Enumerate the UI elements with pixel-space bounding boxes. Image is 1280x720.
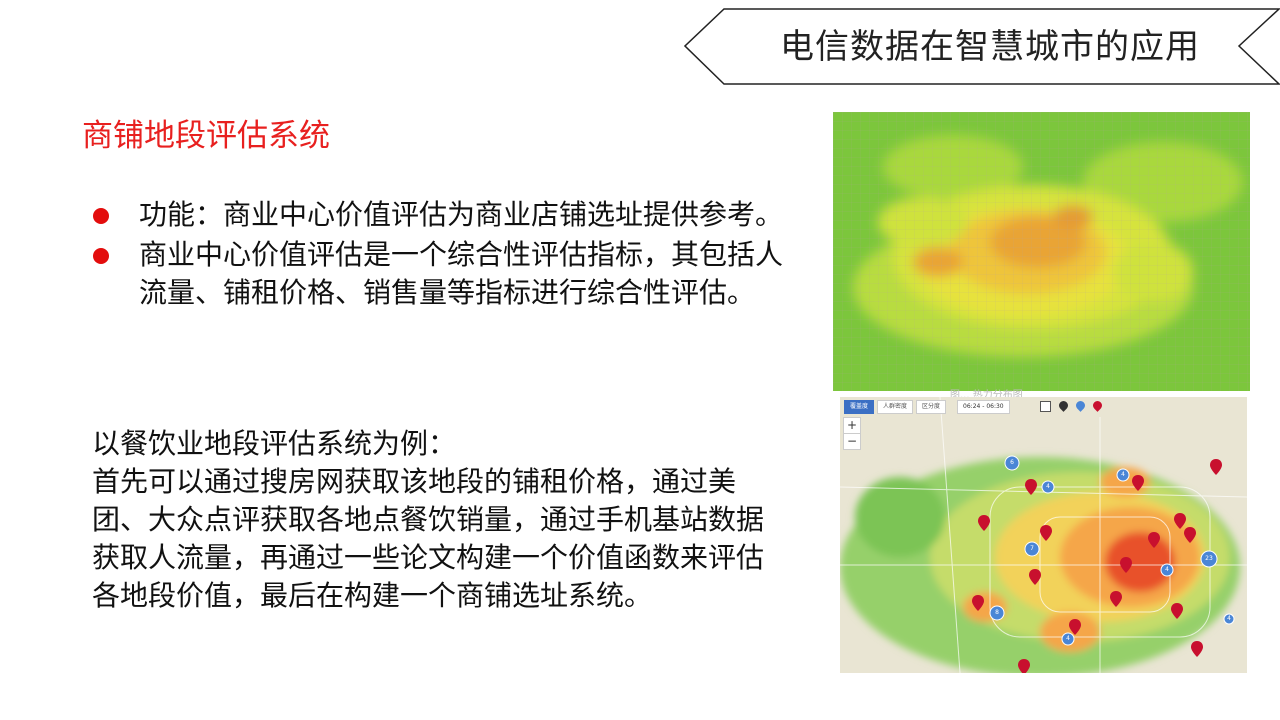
map-tool-icons	[1040, 399, 1104, 412]
tab-coverage[interactable]: 覆盖度	[844, 400, 875, 414]
bullet-item: 功能：商业中心价值评估为商业店铺选址提供参考。	[92, 196, 792, 234]
bullet-dot-icon	[93, 248, 109, 264]
heatmap-graphic	[833, 112, 1250, 391]
map-graphic	[840, 397, 1247, 673]
bullet-list: 功能：商业中心价值评估为商业店铺选址提供参考。 商业中心价值评估是一个综合性评估…	[92, 196, 792, 314]
bullet-dot-icon	[93, 208, 109, 224]
example-paragraph: 以餐饮业地段评估系统为例： 首先可以通过搜房网获取该地段的铺租价格，通过美团、大…	[92, 425, 772, 615]
blue-pin-icon[interactable]	[1074, 399, 1087, 412]
time-range-select[interactable]: 06:24 - 06:30	[957, 400, 1010, 414]
red-pin-icon[interactable]	[1091, 399, 1104, 412]
black-pin-icon[interactable]	[1057, 399, 1070, 412]
example-heading: 以餐饮业地段评估系统为例：	[92, 427, 457, 460]
bullet-text: 商业中心价值评估是一个综合性评估指标，其包括人流量、铺租价格、销售量等指标进行综…	[139, 238, 784, 309]
title-banner: 电信数据在智慧城市的应用	[684, 8, 1280, 86]
tab-crowd-density[interactable]: 人群密度	[877, 400, 914, 414]
tab-distinction[interactable]: 区分度	[916, 400, 947, 414]
zoom-in-button[interactable]: +	[844, 418, 860, 433]
page-title: 电信数据在智慧城市的应用	[780, 27, 1200, 67]
section-title: 商铺地段评估系统	[82, 118, 330, 154]
bullet-text: 功能：商业中心价值评估为商业店铺选址提供参考。	[139, 198, 784, 231]
square-select-icon[interactable]	[1040, 401, 1051, 412]
map-toolbar: 覆盖度 人群密度 区分度 06:24 - 06:30	[844, 400, 1010, 414]
zoom-control: + −	[843, 417, 861, 450]
heatmap-image	[833, 112, 1250, 391]
example-body: 首先可以通过搜房网获取该地段的铺租价格，通过美团、大众点评获取各地点餐饮销量，通…	[92, 465, 765, 612]
zoom-out-button[interactable]: −	[844, 433, 860, 449]
location-map[interactable]: 覆盖度 人群密度 区分度 06:24 - 06:30 + − 6 4 4 7 2…	[840, 397, 1247, 673]
bullet-item: 商业中心价值评估是一个综合性评估指标，其包括人流量、铺租价格、销售量等指标进行综…	[92, 236, 792, 312]
